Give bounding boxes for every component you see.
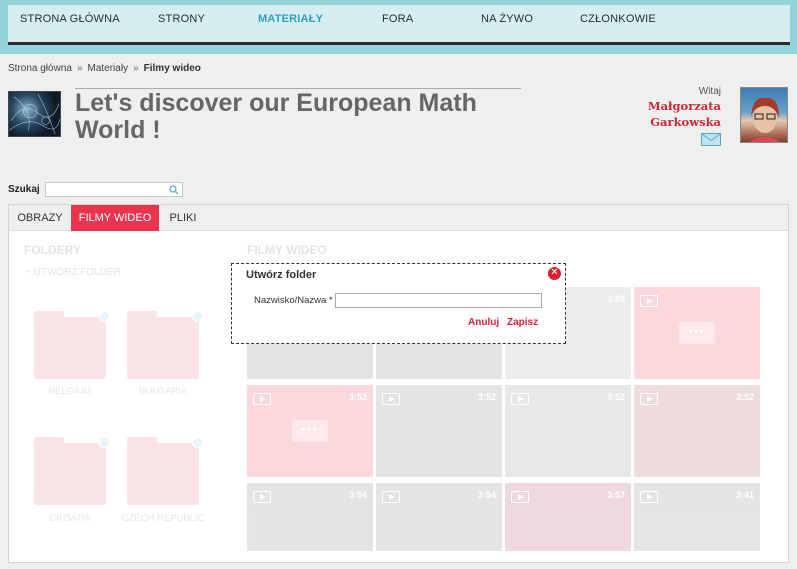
video-thumbnail[interactable]: 3:54 [376, 483, 502, 551]
play-icon [382, 393, 400, 405]
search-label: Szukaj [8, 184, 40, 195]
more-icon: ••• [292, 420, 328, 442]
video-thumbnail[interactable]: ••• 3:52 [247, 385, 373, 477]
user-welcome: Witaj Małgorzata Garkowska [648, 86, 721, 129]
nav-item-members[interactable]: CZŁONKOWIE [580, 13, 656, 25]
top-navigation-bar: STRONA GŁÓWNA STRONY MATERIAŁY FORA NA Ż… [0, 0, 797, 54]
video-duration: 3:41 [735, 490, 754, 500]
greeting-text: Witaj [698, 86, 721, 97]
video-duration: 3:52 [735, 392, 754, 402]
play-icon [253, 491, 271, 503]
search-icon[interactable] [169, 185, 179, 195]
videos-title: FILMY WIDEO [247, 243, 327, 257]
main-menu: STRONA GŁÓWNA STRONY MATERIAŁY FORA NA Ż… [8, 5, 790, 45]
folder-name-input[interactable] [335, 293, 542, 308]
folders-title: FOLDERY [24, 243, 81, 257]
tab-files[interactable]: PLIKI [159, 205, 207, 231]
folder-label[interactable]: BULGARIA [118, 386, 208, 397]
breadcrumb: Strona główna » Materiały » Filmy wideo [8, 63, 201, 74]
folder-badge-icon [99, 311, 110, 322]
breadcrumb-current: Filmy wideo [143, 63, 201, 74]
video-thumbnail[interactable]: 3:41 [634, 483, 760, 551]
video-duration: 3:54 [477, 490, 496, 500]
page-title: Let's discover our European Math World ! [75, 89, 477, 144]
nav-item-materials[interactable]: MATERIAŁY [258, 13, 323, 25]
play-icon [640, 295, 658, 307]
folder-icon[interactable] [127, 437, 203, 505]
breadcrumb-materials[interactable]: Materiały [88, 63, 129, 74]
user-last-name[interactable]: Garkowska [648, 115, 721, 129]
play-icon [511, 491, 529, 503]
video-thumbnail[interactable]: 3:52 [505, 385, 631, 477]
tab-images[interactable]: OBRAZY [9, 205, 71, 231]
folder-label[interactable]: CZECH REPUBLIC [118, 513, 208, 524]
more-icon: ••• [679, 322, 715, 344]
nav-item-home[interactable]: STRONA GŁÓWNA [20, 13, 120, 25]
video-thumbnail[interactable]: 3:54 [247, 483, 373, 551]
folder-label[interactable]: BELGIUM [25, 386, 115, 397]
video-thumbnail[interactable]: ••• [634, 287, 760, 379]
play-icon [640, 491, 658, 503]
cancel-button[interactable]: Anuluj [468, 317, 499, 328]
user-first-name[interactable]: Małgorzata [648, 99, 721, 113]
play-icon [640, 393, 658, 405]
folder-badge-icon [99, 437, 110, 448]
folder-name-label: Nazwisko/Nazwa * [254, 295, 333, 306]
video-duration: 3:52 [477, 392, 496, 402]
play-icon [253, 393, 271, 405]
video-duration: 3:54 [348, 490, 367, 500]
video-thumbnail[interactable]: 3:52 [634, 385, 760, 477]
close-icon[interactable]: ✕ [548, 267, 561, 280]
folder-icon[interactable] [127, 311, 203, 379]
tab-videos[interactable]: FILMY WIDEO [71, 205, 159, 231]
create-folder-dialog: Utwórz folder ✕ Nazwisko/Nazwa * Anuluj … [231, 263, 566, 344]
media-panel: OBRAZY FILMY WIDEO PLIKI FOLDERY + UTWÓR… [8, 204, 789, 563]
play-icon [511, 393, 529, 405]
project-thumbnail [8, 91, 61, 137]
folder-badge-icon [192, 311, 203, 322]
video-duration: 3:52 [606, 392, 625, 402]
nav-item-live[interactable]: NA ŻYWO [481, 13, 533, 25]
video-thumbnail[interactable]: 3:52 [376, 385, 502, 477]
breadcrumb-separator: » [133, 63, 139, 74]
nav-item-forums[interactable]: FORA [382, 13, 413, 25]
video-duration: 3:50 [606, 294, 625, 304]
breadcrumb-separator: » [76, 63, 83, 74]
user-avatar[interactable] [740, 87, 788, 143]
breadcrumb-home[interactable]: Strona główna [8, 63, 72, 74]
video-duration: 3:52 [348, 392, 367, 402]
play-icon [382, 491, 400, 503]
folder-label[interactable]: CROATIA [25, 513, 115, 524]
video-duration: 3:57 [606, 490, 625, 500]
search-input[interactable] [45, 182, 183, 197]
folder-badge-icon [192, 437, 203, 448]
nav-item-pages[interactable]: STRONY [158, 13, 205, 25]
tab-bar: OBRAZY FILMY WIDEO PLIKI [9, 205, 788, 231]
create-folder-link[interactable]: + UTWÓRZ FOLDER [25, 267, 121, 278]
dialog-title: Utwórz folder [246, 269, 317, 281]
video-thumbnail[interactable]: 3:57 [505, 483, 631, 551]
folder-icon[interactable] [34, 437, 110, 505]
folder-icon[interactable] [34, 311, 110, 379]
save-button[interactable]: Zapisz [507, 317, 538, 328]
mail-icon[interactable] [701, 133, 721, 146]
